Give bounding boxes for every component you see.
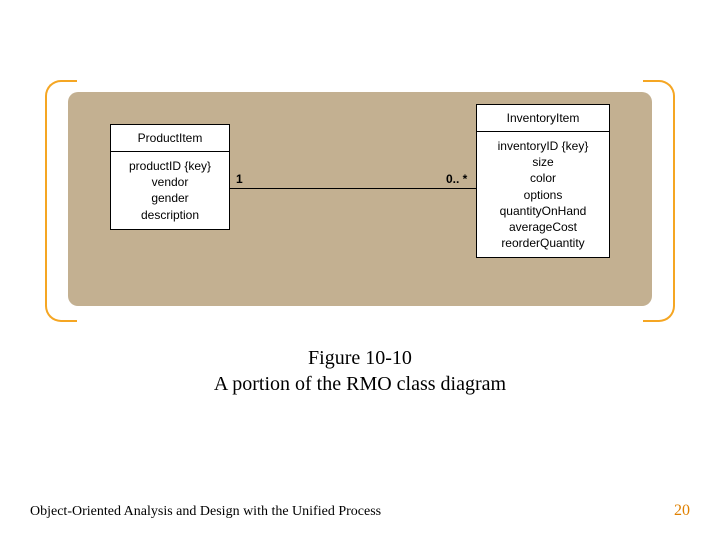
class-attrs: productID {key} vendor gender descriptio… [111,152,229,229]
attr: vendor [121,174,219,190]
caption-line2: A portion of the RMO class diagram [0,371,720,397]
attr: quantityOnHand [487,203,599,219]
attr: productID {key} [121,158,219,174]
slide: ProductItem productID {key} vendor gende… [0,0,720,540]
figure-caption: Figure 10-10 A portion of the RMO class … [0,345,720,397]
class-attrs: inventoryID {key} size color options qua… [477,132,609,257]
attr: options [487,187,599,203]
association-line [230,188,476,189]
caption-line1: Figure 10-10 [0,345,720,371]
diagram-panel: ProductItem productID {key} vendor gende… [68,92,652,306]
class-product-item: ProductItem productID {key} vendor gende… [110,124,230,230]
attr: averageCost [487,219,599,235]
attr: size [487,154,599,170]
attr: reorderQuantity [487,235,599,251]
page-number: 20 [674,502,690,520]
footer-left: Object-Oriented Analysis and Design with… [30,504,381,520]
attr: color [487,170,599,186]
multiplicity-right: 0.. * [446,172,467,186]
attr: inventoryID {key} [487,138,599,154]
multiplicity-left: 1 [236,172,243,186]
attr: description [121,207,219,223]
class-inventory-item: InventoryItem inventoryID {key} size col… [476,104,610,258]
attr: gender [121,190,219,206]
class-name: InventoryItem [477,105,609,132]
class-name: ProductItem [111,125,229,152]
